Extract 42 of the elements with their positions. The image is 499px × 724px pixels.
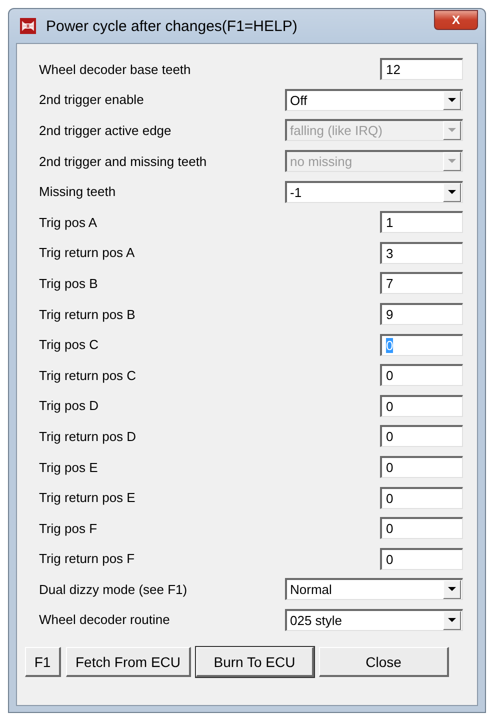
text-field[interactable]: 0 <box>380 517 463 540</box>
dropdown[interactable]: 025 style <box>285 608 463 631</box>
text-field[interactable]: 9 <box>380 303 463 326</box>
field-label: Trig pos D <box>39 398 98 414</box>
field-label: 2nd trigger active edge <box>39 122 172 138</box>
text-field[interactable]: 1 <box>380 211 463 234</box>
app-icon <box>20 18 36 34</box>
dialog-button[interactable]: Burn To ECU <box>196 647 314 678</box>
dialog-button[interactable]: Close <box>319 647 449 678</box>
field-label: Trig return pos F <box>39 551 135 566</box>
dialog-button[interactable]: F1 <box>25 647 61 678</box>
dropdown[interactable]: Normal <box>285 578 463 600</box>
text-field[interactable]: 0 <box>380 548 463 570</box>
text-field[interactable]: 7 <box>380 272 463 294</box>
field-label: Trig return pos B <box>39 306 136 322</box>
dialog-button[interactable]: Fetch From ECU <box>66 647 191 678</box>
text-field[interactable]: 0 <box>380 394 463 417</box>
field-label: Trig pos E <box>39 460 98 475</box>
field-label: Trig pos F <box>39 520 98 536</box>
dropdown[interactable]: -1 <box>285 180 463 203</box>
window-close-button[interactable]: X <box>434 10 478 30</box>
text-field[interactable]: 0 <box>380 364 463 386</box>
field-label: 2nd trigger and missing teeth <box>39 154 207 169</box>
field-label: Trig return pos C <box>39 368 136 383</box>
dropdown[interactable]: Off <box>285 88 463 111</box>
field-label: Trig return pos A <box>39 245 135 260</box>
text-field[interactable]: 0 <box>380 486 463 509</box>
field-label: Trig pos A <box>39 214 98 230</box>
field-label: Wheel decoder routine <box>39 612 170 628</box>
field-label: Missing teeth <box>39 184 116 200</box>
field-label: 2nd trigger enable <box>39 92 144 108</box>
field-label: Dual dizzy mode (see F1) <box>39 582 188 597</box>
text-field[interactable]: 3 <box>380 242 463 264</box>
field-label: Trig return pos D <box>39 428 136 444</box>
text-field[interactable]: 0 <box>380 456 463 478</box>
field-label: Trig pos B <box>39 276 98 291</box>
field-label: Trig return pos E <box>39 490 136 506</box>
field-label: Trig pos C <box>39 337 98 352</box>
text-field[interactable]: 0 <box>380 425 463 448</box>
field-label: Wheel decoder base teeth <box>39 62 191 77</box>
text-field[interactable]: 12 <box>380 58 463 80</box>
window-title: Power cycle after changes(F1=HELP) <box>46 18 298 34</box>
